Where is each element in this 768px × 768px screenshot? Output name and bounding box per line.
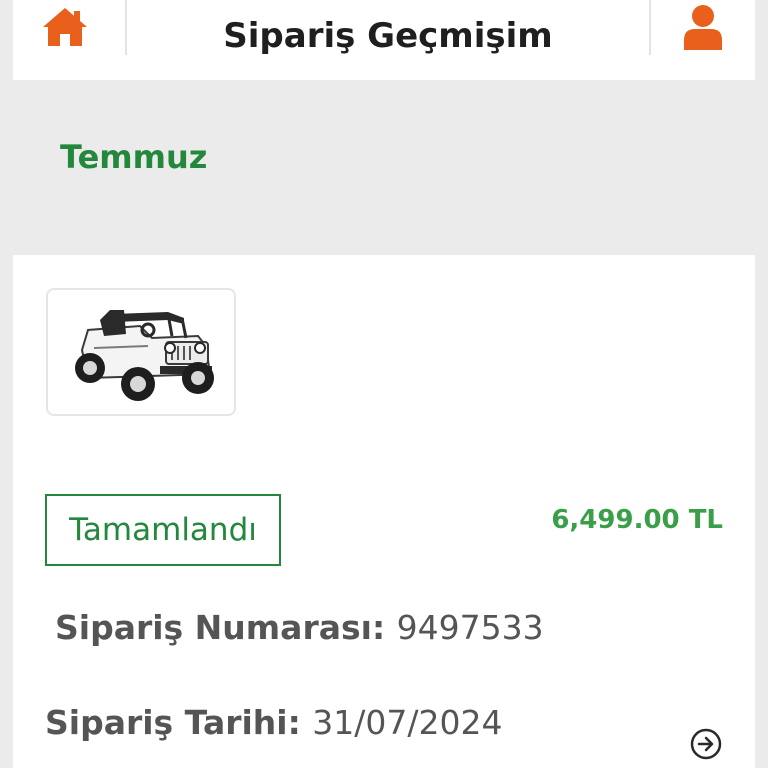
arrow-right-circle-icon [690,728,722,760]
order-date-value: 31/07/2024 [312,703,503,742]
order-number-value: 9497533 [396,608,544,647]
order-card[interactable]: Tamamlandı 6,499.00 TL Sipariş Numarası:… [13,255,755,768]
app-header: Sipariş Geçmişim [13,0,755,80]
header-divider [649,0,651,55]
order-detail-button[interactable] [688,726,724,762]
product-thumbnail[interactable] [46,288,236,416]
order-history-page: Sipariş Geçmişim Temmuz Tamamlandı 6,499… [0,0,768,768]
home-button[interactable] [39,4,91,50]
order-status-badge: Tamamlandı [45,494,281,566]
toy-jeep-product-image [48,290,234,414]
home-icon [43,8,87,46]
order-number-label: Sipariş Numarası: [55,608,397,647]
order-date-label: Sipariş Tarihi: [45,703,313,742]
user-icon [684,5,722,50]
profile-button[interactable] [677,3,729,51]
order-number-row: Sipariş Numarası: 9497533 [55,608,544,647]
month-heading: Temmuz [60,138,208,176]
order-date-row: Sipariş Tarihi: 31/07/2024 [45,703,503,742]
order-price: 6,499.00 TL [551,505,723,535]
page-title: Sipariş Geçmişim [223,16,553,56]
